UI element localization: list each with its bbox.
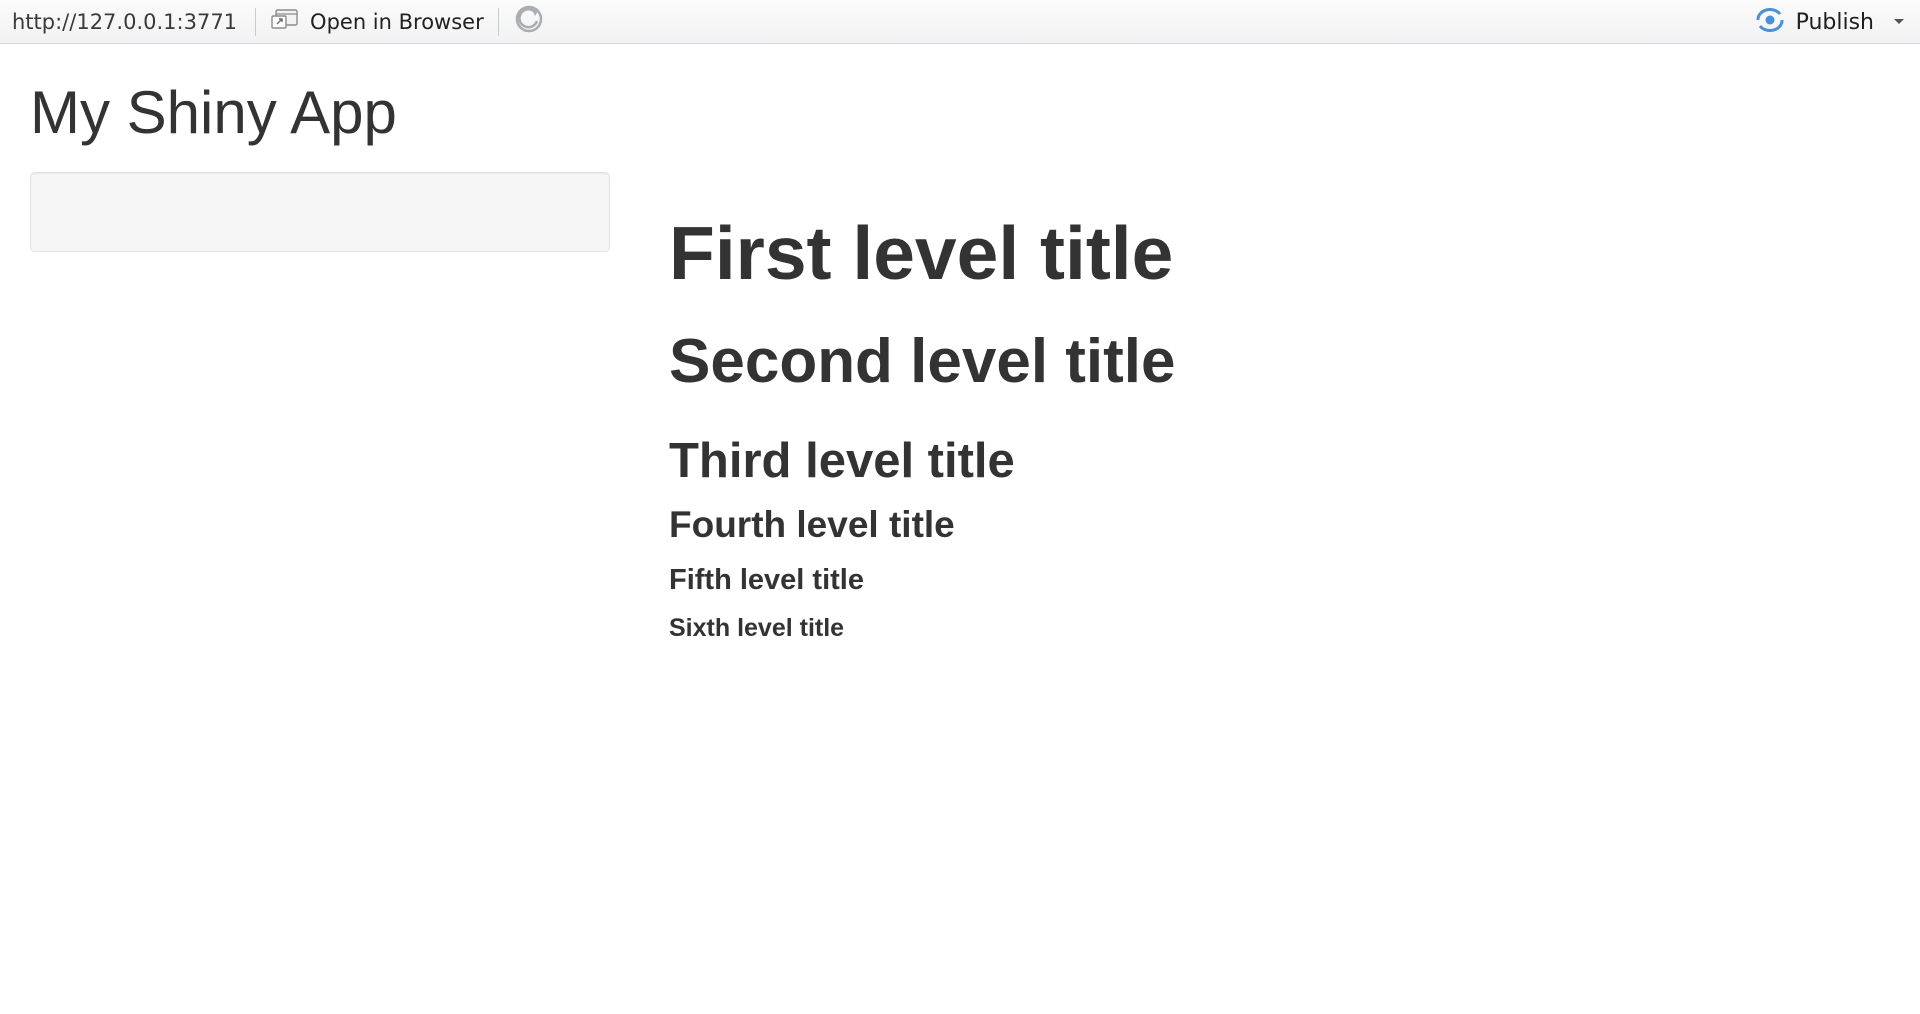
viewer-toolbar: http://127.0.0.1:3771 Open in Browser Pu… xyxy=(0,0,1920,44)
refresh-icon xyxy=(513,3,545,40)
heading-level-6: Sixth level title xyxy=(669,614,845,642)
heading-level-1: First level title xyxy=(669,211,1174,295)
app-title: My Shiny App xyxy=(30,79,397,146)
heading-level-2: Second level title xyxy=(669,327,1176,396)
heading-level-5: Fifth level title xyxy=(669,564,864,596)
publish-label: Publish xyxy=(1795,9,1874,35)
sidebar-panel xyxy=(30,172,610,252)
open-in-browser-label: Open in Browser xyxy=(310,9,484,34)
open-in-browser-button[interactable]: Open in Browser xyxy=(260,4,494,40)
open-in-browser-icon xyxy=(270,7,300,36)
heading-level-3: Third level title xyxy=(669,434,1015,488)
publish-button[interactable]: Publish xyxy=(1754,4,1906,40)
toolbar-divider-2 xyxy=(497,7,499,36)
refresh-button[interactable] xyxy=(507,4,551,40)
url-display: http://127.0.0.1:3771 xyxy=(12,9,238,34)
publish-icon xyxy=(1754,6,1786,39)
heading-level-4: Fourth level title xyxy=(669,504,955,545)
toolbar-divider xyxy=(255,7,257,36)
caret-down-icon[interactable] xyxy=(1892,13,1906,31)
